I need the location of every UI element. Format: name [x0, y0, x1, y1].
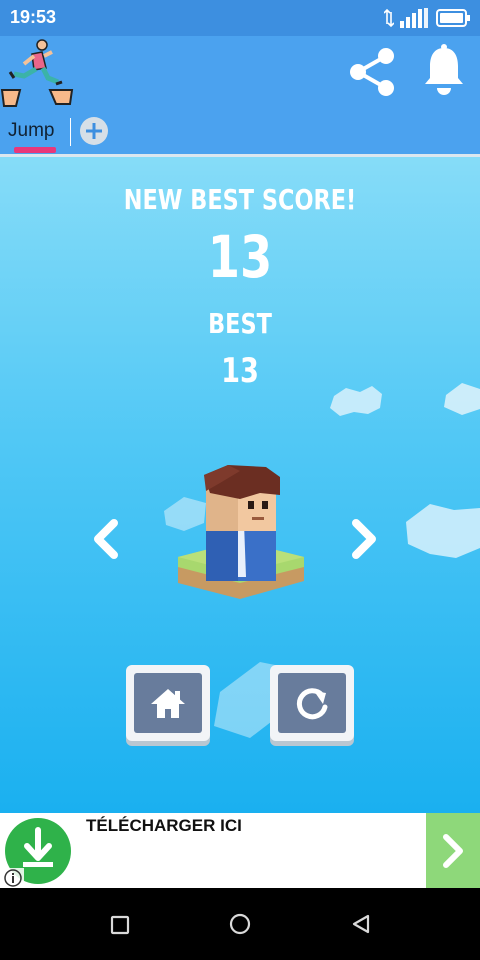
restart-icon: [296, 688, 328, 720]
ad-open-button[interactable]: [426, 813, 480, 888]
plus-icon: [86, 123, 102, 139]
next-character-arrow-icon[interactable]: [346, 517, 382, 561]
back-icon[interactable]: [350, 913, 372, 935]
recent-apps-icon[interactable]: [110, 915, 130, 935]
ad-headline[interactable]: TÉLÉCHARGER ICI: [86, 816, 242, 836]
status-icons: [384, 6, 470, 30]
status-time: 19:53: [10, 7, 57, 27]
game-area[interactable]: NEW BEST SCORE! 13 BEST 13: [0, 157, 480, 813]
best-label: BEST: [208, 307, 272, 340]
ad-info-icon[interactable]: [2, 868, 24, 888]
restart-button[interactable]: [270, 665, 354, 741]
home-icon: [151, 689, 185, 718]
home-button[interactable]: [126, 665, 210, 741]
signal-icon: [400, 8, 428, 28]
best-score: 13: [221, 351, 259, 391]
floating-tile: [406, 504, 480, 558]
previous-character-arrow-icon[interactable]: [88, 517, 124, 561]
jump-logo-icon[interactable]: [0, 38, 76, 110]
system-navigation-bar: [0, 888, 480, 960]
add-tab-button[interactable]: [80, 117, 108, 145]
home-nav-icon[interactable]: [229, 913, 251, 935]
battery-icon: [436, 9, 470, 27]
tab-active-indicator: [14, 147, 56, 153]
new-best-score-label: NEW BEST SCORE!: [123, 183, 357, 216]
tab-jump[interactable]: Jump: [8, 120, 54, 142]
player-character[interactable]: [170, 457, 310, 637]
status-bar: 19:53: [0, 0, 480, 36]
tab-divider: [70, 118, 71, 146]
share-icon[interactable]: [346, 45, 400, 99]
data-arrows-icon: [384, 8, 394, 28]
chevron-right-icon: [443, 833, 463, 868]
notification-bell-icon[interactable]: [422, 44, 466, 98]
current-score: 13: [207, 223, 273, 291]
floating-tile: [444, 383, 480, 415]
